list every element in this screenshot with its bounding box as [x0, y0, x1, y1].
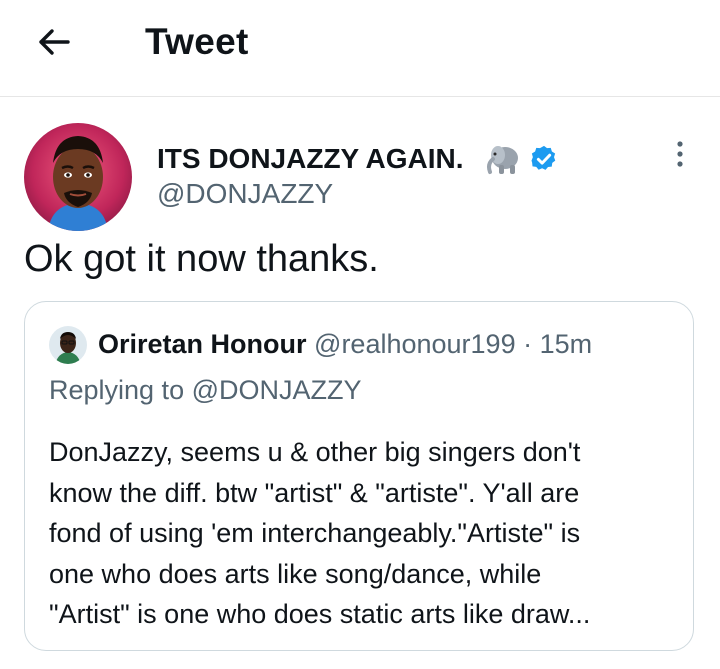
more-options-button[interactable]	[666, 138, 694, 172]
author-avatar[interactable]	[24, 123, 132, 231]
top-bar: Tweet	[0, 0, 720, 97]
quoted-author-avatar[interactable]	[49, 326, 87, 364]
quoted-author-handle[interactable]: @realhonour199	[314, 329, 516, 359]
elephant-emoji-icon	[487, 146, 518, 174]
quoted-timestamp[interactable]: 15m	[540, 329, 593, 359]
quoted-author-name[interactable]: Oriretan Honour	[98, 329, 307, 359]
page-title: Tweet	[145, 21, 249, 62]
more-vertical-icon	[677, 141, 683, 167]
meta-separator: ·	[523, 329, 533, 359]
replying-to-label: Replying to @DONJAZZY	[49, 375, 362, 405]
quoted-avatar-image	[49, 326, 87, 364]
author-name[interactable]: ITS DONJAZZY AGAIN.	[157, 143, 463, 175]
verified-badge-icon	[531, 145, 556, 170]
tweet-text: Ok got it now thanks.	[24, 238, 379, 280]
back-arrow-icon	[39, 29, 70, 55]
quoted-body-text: DonJazzy, seems u & other big singers do…	[49, 437, 591, 629]
back-button[interactable]	[30, 22, 82, 62]
quoted-header: Oriretan Honour @realhonour199 · 15m	[98, 326, 592, 362]
avatar-image	[24, 123, 132, 231]
author-handle[interactable]: @DONJAZZY	[157, 178, 333, 210]
quoted-tweet-card[interactable]: Oriretan Honour @realhonour199 · 15m Rep…	[24, 301, 694, 651]
